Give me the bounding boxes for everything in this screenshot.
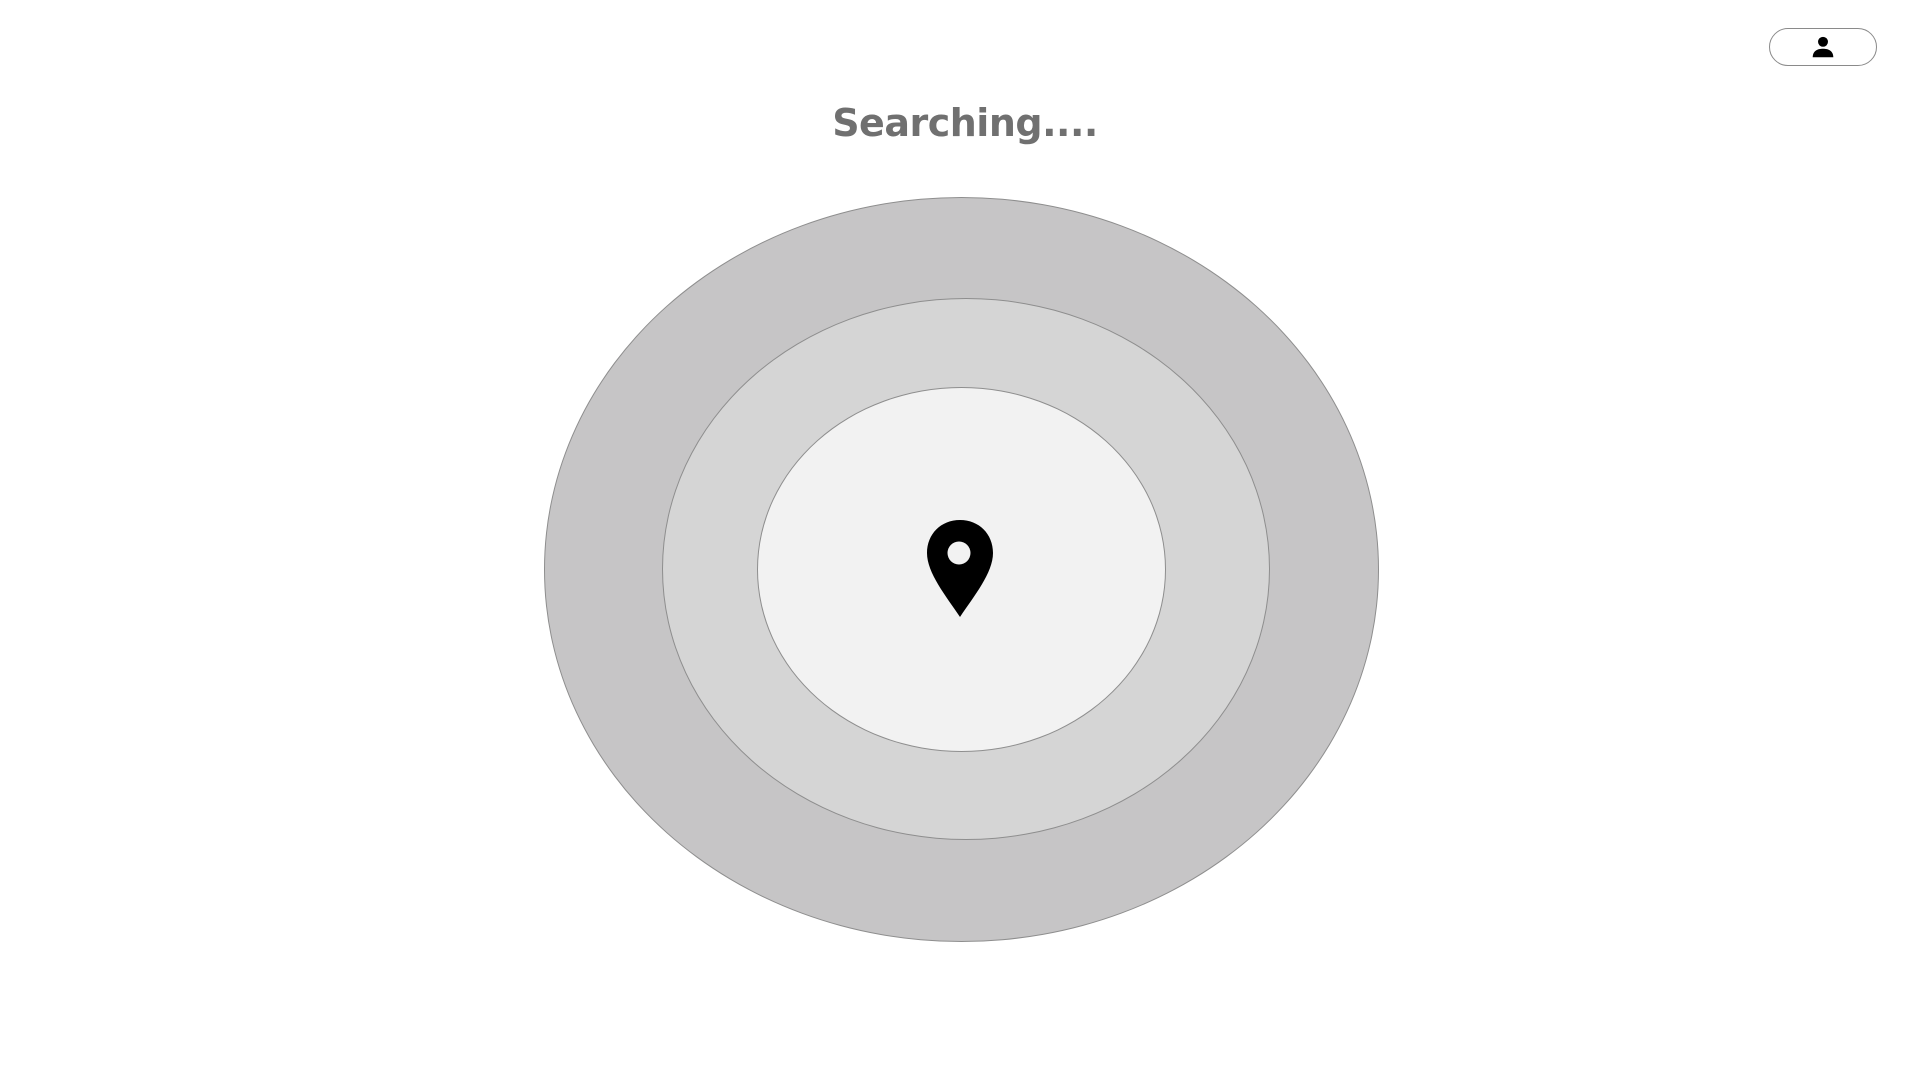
profile-button[interactable]	[1769, 28, 1877, 66]
search-screen: Searching....	[0, 0, 1920, 1080]
location-pin-icon	[924, 518, 996, 619]
person-icon	[1812, 36, 1834, 58]
searching-title: Searching....	[832, 101, 1098, 145]
